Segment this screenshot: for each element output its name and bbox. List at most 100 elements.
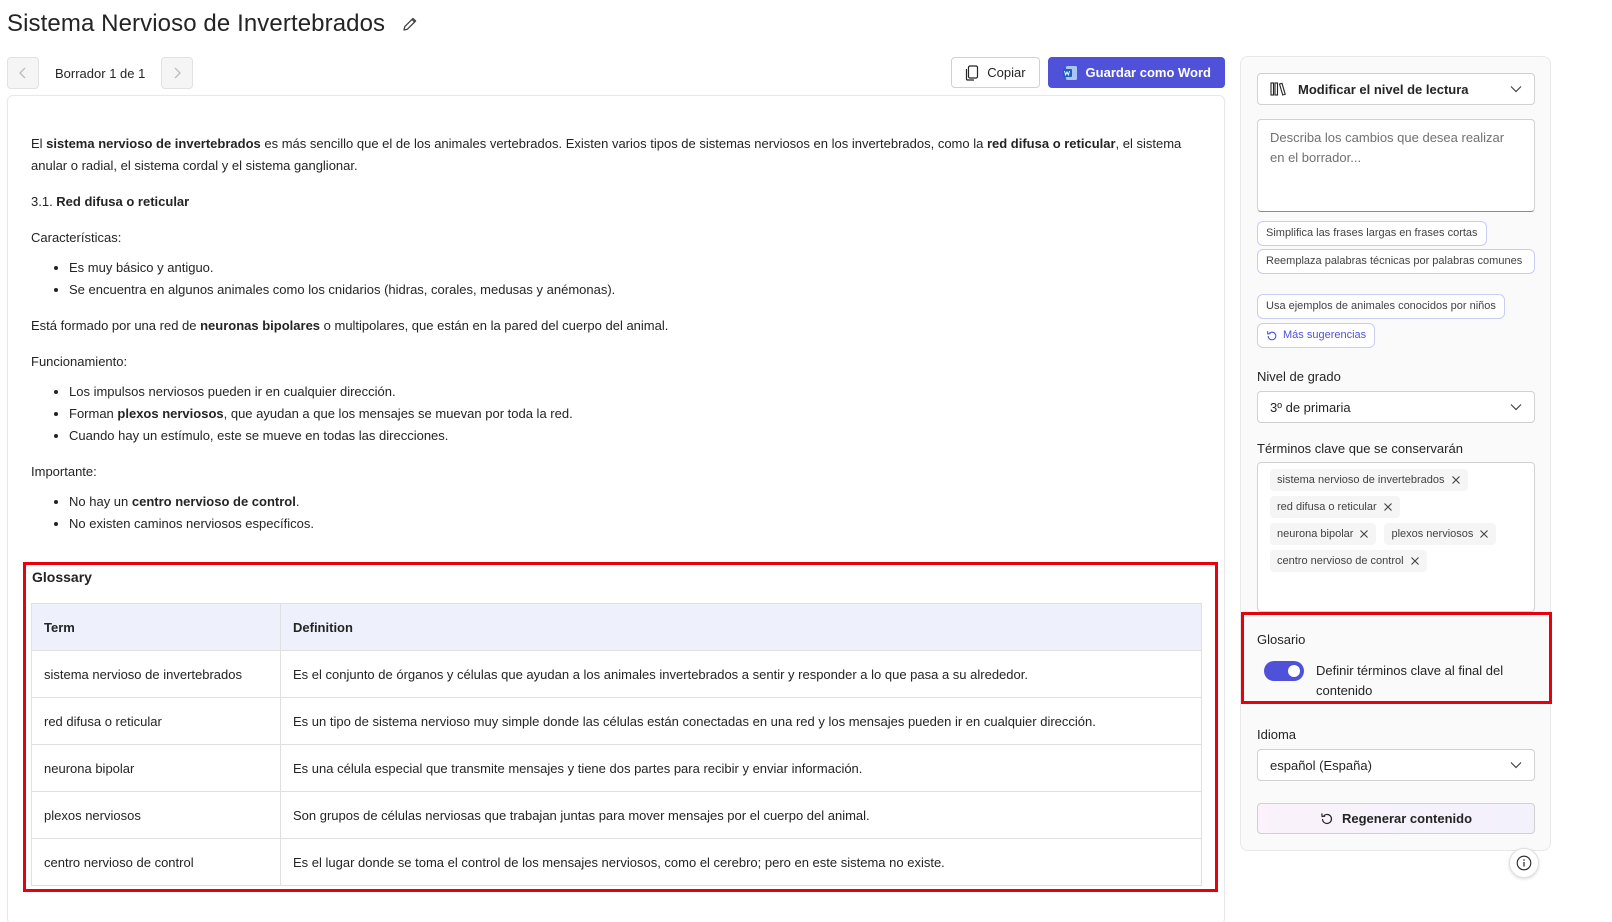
list-item: Es muy básico y antiguo. (69, 257, 1201, 279)
term-cell: sistema nervioso de invertebrados (31, 650, 281, 698)
save-as-word-button[interactable]: Guardar como Word (1047, 57, 1225, 88)
definition-cell: Es el lugar donde se toma el control de … (280, 838, 1202, 886)
intro-paragraph: El sistema nervioso de invertebrados es … (31, 133, 1201, 177)
list-item: No hay un centro nervioso de control. (69, 491, 1201, 513)
text: . (295, 494, 300, 509)
tag-label: red difusa o reticular (1277, 501, 1377, 513)
table-row: red difusa o reticular Es un tipo de sist… (31, 697, 1202, 745)
books-icon (1270, 82, 1286, 96)
list-item: Cuando hay un estímulo, este se mueve en… (69, 425, 1201, 447)
previous-draft-button[interactable] (7, 57, 39, 89)
key-terms-label: Términos clave que se conservarán (1257, 441, 1463, 456)
copy-icon (966, 64, 979, 81)
more-suggestions-label: Más sugerencias (1283, 329, 1367, 341)
glossary-section: Glossary Term Definition sistema nervios… (23, 562, 1218, 892)
action-bar: Copiar Guardar como Word (951, 57, 1225, 88)
key-term-tag: plexos nerviosos (1384, 523, 1497, 545)
suggestion-chip[interactable]: Simplifica las frases largas en frases c… (1257, 221, 1487, 246)
chevron-down-icon (1510, 404, 1522, 411)
key-term: plexos nerviosos (117, 406, 224, 421)
section-number: 3.1. (31, 194, 57, 209)
close-icon (1480, 530, 1489, 538)
copy-button[interactable]: Copiar (951, 57, 1040, 88)
table-row: sistema nervioso de invertebrados Es el c… (31, 650, 1202, 698)
table-row: plexos nerviosos Son grupos de células ne… (31, 791, 1202, 839)
remove-tag-button[interactable] (1410, 556, 1420, 566)
info-button[interactable] (1509, 848, 1539, 878)
language-dropdown[interactable]: español (España) (1257, 749, 1535, 781)
text: El (31, 136, 47, 151)
draft-document: El sistema nervioso de invertebrados es … (7, 95, 1225, 922)
language-label: Idioma (1257, 727, 1297, 742)
close-icon (1410, 557, 1419, 565)
glossary-setting: Glosario Definir términos clave al final… (1241, 612, 1552, 704)
remove-tag-button[interactable] (1383, 502, 1393, 512)
key-term: neuronas bipolares (200, 318, 321, 333)
draft-label: Borrador 1 de 1 (55, 65, 146, 81)
tag-label: sistema nervioso de invertebrados (1277, 474, 1445, 486)
page-title: Sistema Nervioso de Invertebrados (7, 10, 386, 37)
list-item: No existen caminos nerviosos específicos… (69, 513, 1201, 535)
chevron-down-icon (1510, 86, 1522, 93)
close-icon (1451, 476, 1460, 484)
text: , que ayudan a que los mensajes se mueva… (223, 406, 573, 421)
remove-tag-button[interactable] (1359, 529, 1369, 539)
grade-level-dropdown[interactable]: 3º de primaria (1257, 391, 1535, 423)
term-cell: red difusa o reticular (31, 697, 281, 745)
close-icon (1383, 503, 1392, 511)
list-item: Se encuentra en algunos animales como lo… (69, 279, 1201, 301)
important-label: Importante: (31, 464, 97, 479)
glossary-toggle[interactable] (1264, 661, 1304, 681)
important-list: No hay un centro nervioso de control. No… (69, 491, 1201, 535)
tag-row: neurona bipolar plexos nerviosos (1270, 523, 1522, 545)
refresh-icon (1266, 330, 1277, 340)
table-header-row: Term Definition (31, 603, 1202, 651)
text: es más sencillo que el de los animales v… (260, 136, 987, 151)
pencil-icon[interactable] (399, 13, 421, 35)
regenerate-label: Regenerar contenido (1341, 811, 1473, 826)
list-item: Los impulsos nerviosos pueden ir en cual… (69, 381, 1201, 403)
glossary-table: Term Definition sistema nervioso de inve… (31, 603, 1202, 886)
tag-label: neurona bipolar (1277, 528, 1354, 540)
key-term-tag: sistema nervioso de invertebrados (1270, 469, 1468, 491)
table-row: centro nervioso de control Es el lugar do… (31, 838, 1202, 886)
characteristics-list: Es muy básico y antiguo. Se encuentra en… (69, 257, 1201, 301)
remove-tag-button[interactable] (1479, 529, 1489, 539)
text: o multipolares, que están en la pared de… (320, 318, 669, 333)
regenerate-button[interactable]: Regenerar contenido (1257, 803, 1535, 834)
functioning-list: Los impulsos nerviosos pueden ir en cual… (69, 381, 1201, 447)
tag-label: plexos nerviosos (1391, 528, 1474, 540)
key-terms-field[interactable]: sistema nervioso de invertebrados red di… (1257, 462, 1535, 612)
key-term-tag: neurona bipolar (1270, 523, 1377, 545)
chevron-right-icon (174, 67, 182, 79)
reading-level-label: Modificar el nivel de lectura (1298, 81, 1469, 97)
text: Está formado por una red de (31, 318, 201, 333)
key-term: centro nervioso de control (131, 494, 296, 509)
grade-level-label: Nivel de grado (1257, 369, 1341, 384)
key-term: sistema nervioso de invertebrados (46, 136, 261, 151)
table-row: neurona bipolar Es una célula especial qu… (31, 744, 1202, 792)
suggestion-chip[interactable]: Usa ejemplos de animales conocidos por n… (1257, 294, 1505, 319)
copy-button-label: Copiar (987, 65, 1026, 80)
list-item: Forman plexos nerviosos, que ayudan a qu… (69, 403, 1201, 425)
reading-level-dropdown[interactable]: Modificar el nivel de lectura (1257, 73, 1535, 105)
more-suggestions-button[interactable]: Más sugerencias (1257, 323, 1376, 348)
chevron-left-icon (19, 67, 26, 79)
text: Forman (69, 406, 118, 421)
text: No hay un (69, 494, 132, 509)
key-term-tag: centro nervioso de control (1270, 550, 1427, 572)
changes-prompt-input[interactable]: Describa los cambios que desea realizar … (1257, 119, 1535, 212)
definition-cell: Son grupos de células nerviosas que trab… (280, 791, 1202, 839)
section-title: Red difusa o reticular (56, 194, 190, 209)
section-heading: 3.1. Red difusa o reticular (31, 191, 1201, 213)
glossary-title: Glossary (32, 569, 92, 585)
draft-navigation: Borrador 1 de 1 (7, 57, 194, 89)
remove-tag-button[interactable] (1451, 475, 1461, 485)
next-draft-button[interactable] (161, 57, 194, 89)
suggestion-chip[interactable]: Reemplaza palabras técnicas por palabras… (1257, 249, 1535, 274)
glossary-toggle-text: Definir términos clave al final del cont… (1316, 663, 1504, 698)
definition-cell: Es una célula especial que transmite men… (280, 744, 1202, 792)
title-row: Sistema Nervioso de Invertebrados (7, 10, 421, 38)
close-icon (1360, 530, 1369, 538)
reading-level-left: Modificar el nivel de lectura (1270, 81, 1469, 97)
